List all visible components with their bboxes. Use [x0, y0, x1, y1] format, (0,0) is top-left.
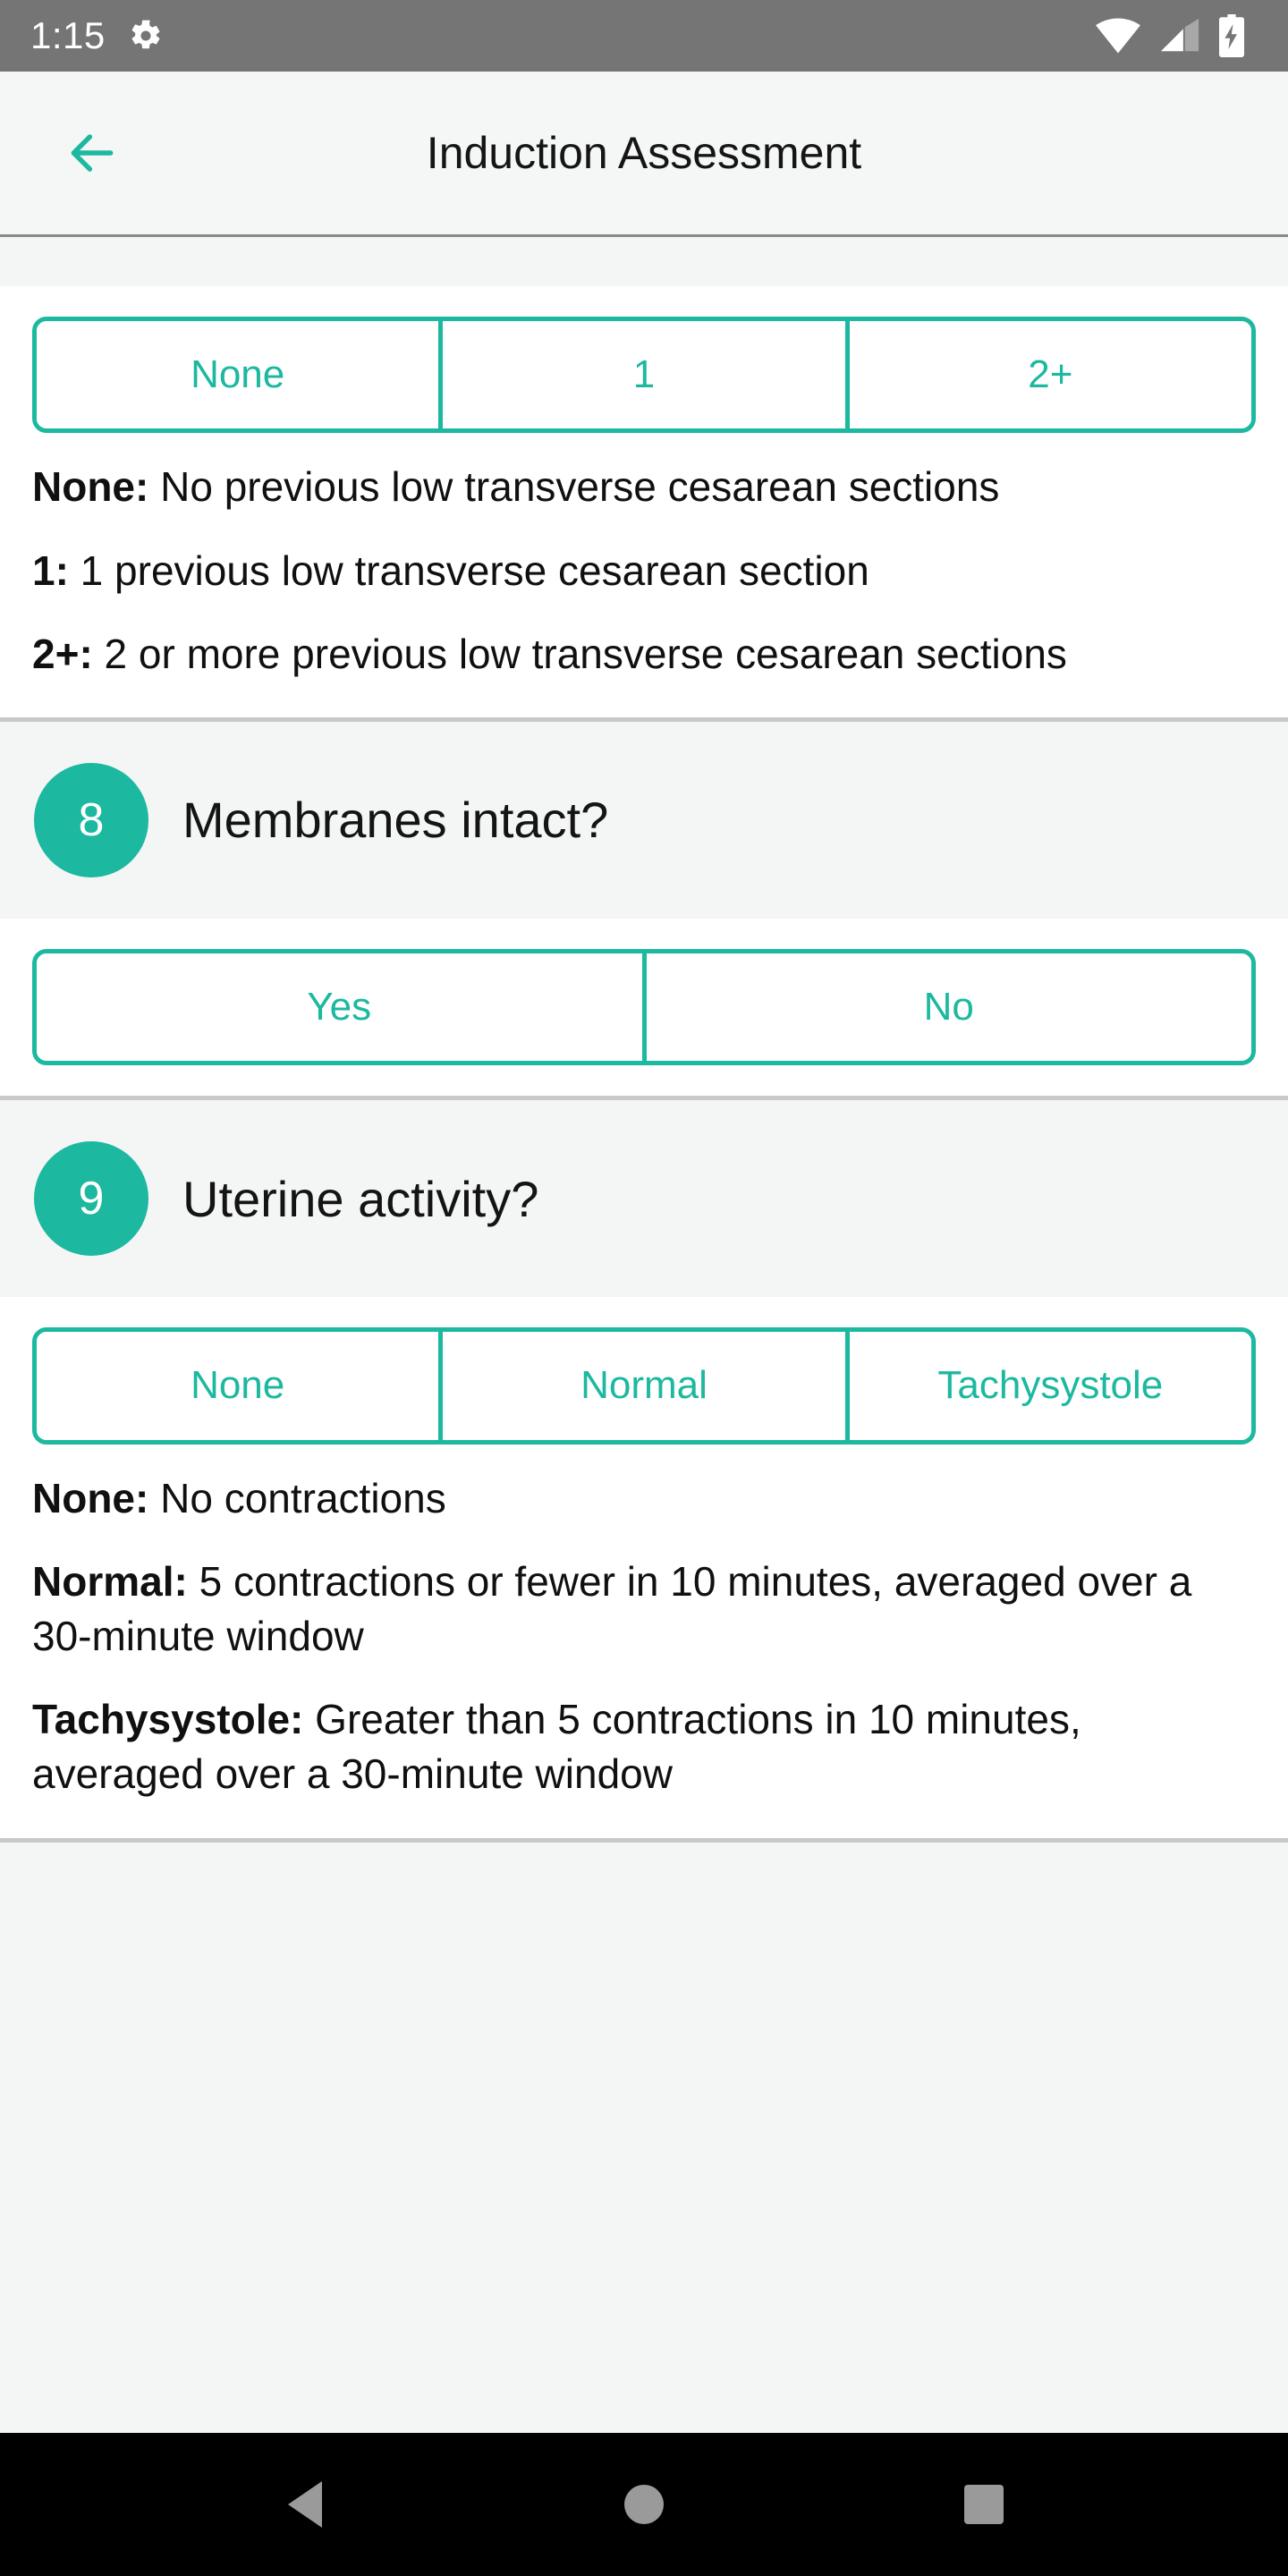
- back-arrow-icon: [64, 125, 120, 181]
- description-key: 1:: [32, 547, 69, 594]
- description-text: No contractions: [148, 1474, 446, 1521]
- nav-home-icon: [623, 2483, 665, 2526]
- question-title: Uterine activity?: [182, 1170, 539, 1227]
- nav-home-button[interactable]: [577, 2437, 711, 2572]
- page-title: Induction Assessment: [426, 128, 862, 178]
- description-text: 2 or more previous low transverse cesare…: [92, 630, 1067, 677]
- description-line: None: No previous low transverse cesarea…: [32, 460, 1256, 514]
- status-bar: 1:15: [0, 0, 1288, 72]
- segment-option[interactable]: None: [37, 1332, 444, 1440]
- content-bottom-gap: [0, 1837, 1288, 2433]
- description-key: Normal:: [32, 1557, 188, 1605]
- segmented-control-membranes-intact[interactable]: Yes No: [32, 948, 1256, 1066]
- nav-recents-button[interactable]: [917, 2437, 1051, 2572]
- description-line: Normal: 5 contractions or fewer in 10 mi…: [32, 1555, 1256, 1664]
- scroll-content[interactable]: None 1 2+ None: No previous low transver…: [0, 237, 1288, 2433]
- description-line: 2+: 2 or more previous low transverse ce…: [32, 627, 1256, 682]
- segment-option[interactable]: 2+: [849, 321, 1251, 429]
- status-bar-right: [1095, 14, 1258, 57]
- back-button[interactable]: [25, 86, 159, 220]
- gear-icon: [129, 19, 163, 53]
- description-key: None:: [32, 1474, 149, 1521]
- status-bar-left: 1:15: [30, 14, 163, 57]
- segment-option[interactable]: None: [37, 321, 444, 429]
- question-number-badge: 9: [34, 1141, 148, 1257]
- segment-option[interactable]: 1: [443, 321, 850, 429]
- battery-charging-icon: [1218, 14, 1245, 57]
- question-header-uterine-activity: 9 Uterine activity?: [0, 1100, 1288, 1298]
- segmented-control-wrap-previous-cesarean: None 1 2+: [0, 286, 1288, 453]
- segmented-control-wrap-membranes-intact: Yes No: [0, 919, 1288, 1096]
- segment-option[interactable]: Yes: [37, 953, 647, 1062]
- segmented-control-uterine-activity[interactable]: None Normal Tachysystole: [32, 1327, 1256, 1445]
- descriptions-uterine-activity: None: No contractions Normal: 5 contract…: [0, 1464, 1288, 1838]
- description-line: 1: 1 previous low transverse cesarean se…: [32, 544, 1256, 598]
- section-card-membranes-intact: Yes No: [0, 918, 1288, 1101]
- section-card-uterine-activity: None Normal Tachysystole None: No contra…: [0, 1297, 1288, 1838]
- description-text: 1 previous low transverse cesarean secti…: [68, 547, 869, 594]
- nav-back-button[interactable]: [237, 2437, 371, 2572]
- question-title: Membranes intact?: [182, 792, 609, 849]
- question-header-membranes-intact: 8 Membranes intact?: [0, 721, 1288, 919]
- section-card-previous-cesarean: None 1 2+ None: No previous low transver…: [0, 286, 1288, 722]
- status-clock: 1:15: [30, 14, 106, 56]
- segment-option[interactable]: No: [646, 953, 1251, 1062]
- description-text: No previous low transverse cesarean sect…: [148, 463, 1000, 511]
- content-top-gap: [0, 237, 1288, 286]
- description-key: 2+:: [32, 630, 93, 677]
- wifi-icon: [1095, 18, 1141, 54]
- nav-recent-icon: [962, 2483, 1005, 2526]
- description-key: Tachysystole:: [32, 1696, 304, 1743]
- segment-option[interactable]: Normal: [443, 1332, 850, 1440]
- segment-option[interactable]: Tachysystole: [849, 1332, 1251, 1440]
- descriptions-previous-cesarean: None: No previous low transverse cesarea…: [0, 453, 1288, 717]
- description-line: None: No contractions: [32, 1471, 1256, 1526]
- segmented-control-wrap-uterine-activity: None Normal Tachysystole: [0, 1297, 1288, 1463]
- nav-back-icon: [283, 2479, 326, 2529]
- android-navigation-bar: [0, 2433, 1288, 2576]
- cellular-signal-icon: [1159, 18, 1200, 54]
- segmented-control-previous-cesarean[interactable]: None 1 2+: [32, 317, 1256, 434]
- question-number-badge: 8: [34, 762, 148, 877]
- description-key: None:: [32, 463, 149, 511]
- description-text: 5 contractions or fewer in 10 minutes, a…: [32, 1557, 1192, 1660]
- description-line: Tachysystole: Greater than 5 contraction…: [32, 1692, 1256, 1801]
- phone-screen: 1:15 Induction Assessment None 1 2+ None…: [0, 0, 1288, 2576]
- app-bar: Induction Assessment: [0, 72, 1288, 237]
